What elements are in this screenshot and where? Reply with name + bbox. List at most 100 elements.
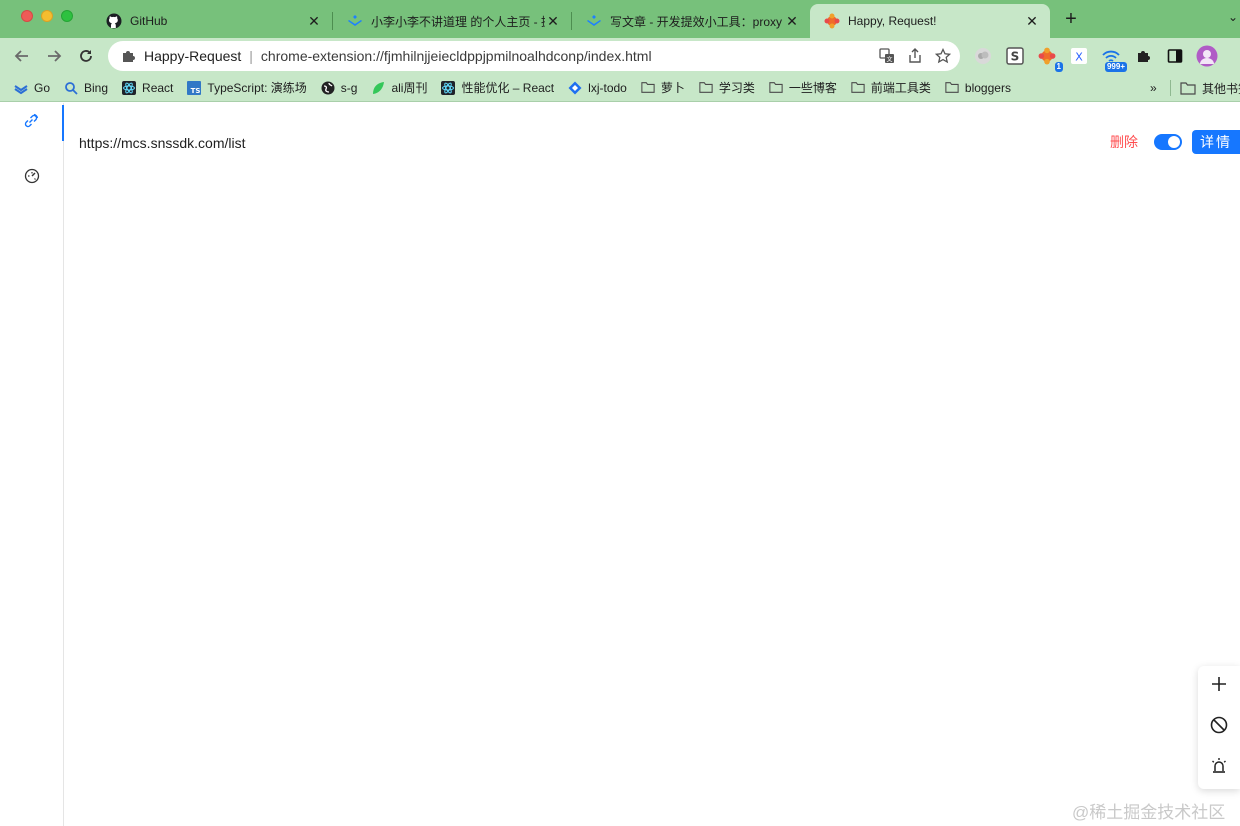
reload-icon[interactable]	[74, 44, 98, 68]
close-window-button[interactable]	[21, 10, 33, 22]
alarm-light-icon	[1210, 757, 1228, 780]
star-icon[interactable]	[934, 47, 952, 65]
new-tab-icon[interactable]: +	[1060, 9, 1082, 31]
back-icon[interactable]	[10, 44, 34, 68]
bookmark-typescript[interactable]: TS TypeScript: 演练场	[187, 79, 307, 96]
svg-text:TS: TS	[191, 87, 201, 95]
extension-happy-request-icon[interactable]: 1	[1036, 45, 1063, 72]
side-panel-icon[interactable]	[1164, 45, 1186, 67]
alarm-button[interactable]	[1198, 748, 1240, 789]
bookmarks-separator	[1170, 80, 1171, 96]
delete-button[interactable]: 删除	[1110, 132, 1138, 152]
maximize-window-button[interactable]	[61, 10, 73, 22]
tab-happy-request[interactable]: Happy, Request! ✕	[810, 4, 1050, 38]
juejin-icon	[586, 13, 602, 29]
site-origin: Happy-Request	[144, 48, 242, 64]
juejin-icon	[347, 13, 363, 29]
profile-avatar[interactable]	[1196, 45, 1218, 67]
bookmark-ali[interactable]: ali周刊	[371, 79, 427, 96]
bookmark-label: 性能优化 – React	[461, 81, 555, 95]
folder-icon	[641, 81, 655, 95]
share-icon[interactable]	[906, 47, 924, 65]
translate-icon[interactable]: 文	[878, 47, 896, 65]
bookmark-label: 前端工具类	[870, 81, 931, 95]
globe-icon	[321, 81, 335, 95]
tab-strip: GitHub ✕ 小李小李不讲道理 的个人主页 - 掘金 ✕ 写文章 - 开发提…	[0, 0, 1240, 38]
tab-title: GitHub	[130, 14, 168, 28]
bookmark-folder-luobo[interactable]: 萝卜	[641, 79, 685, 96]
dashboard-icon	[24, 168, 40, 189]
github-icon	[106, 13, 122, 29]
bookmarks-overflow-button[interactable]: »	[1150, 81, 1157, 95]
extension-page: https://mcs.snssdk.com/list 删除 详情	[0, 103, 1240, 826]
bookmark-folder-blogs[interactable]: 一些博客	[769, 79, 837, 96]
rule-enabled-toggle[interactable]	[1154, 134, 1182, 150]
extension-x-icon[interactable]: X	[1068, 45, 1090, 67]
extension-wifi-icon[interactable]: 999+	[1100, 45, 1127, 72]
block-icon	[1210, 716, 1228, 739]
svg-text:X: X	[1075, 51, 1083, 64]
folder-icon	[1180, 82, 1196, 95]
floating-action-group	[1198, 666, 1240, 789]
close-icon[interactable]: ✕	[306, 13, 322, 29]
rule-row: https://mcs.snssdk.com/list 删除 详情	[64, 128, 1240, 158]
rule-actions: 删除 详情	[1110, 130, 1240, 154]
url-text: chrome-extension://fjmhilnjjeiecldppjpmi…	[260, 48, 652, 64]
bookmark-react-perf[interactable]: 性能优化 – React	[441, 79, 554, 96]
tab-title: 写文章 - 开发提效小工具：proxy	[610, 14, 783, 29]
tab-juejin-profile[interactable]: 小李小李不讲道理 的个人主页 - 掘金 ✕	[333, 4, 571, 38]
bookmark-label: React	[142, 80, 174, 95]
extension-cloud-icon[interactable]	[972, 45, 994, 67]
typescript-icon: TS	[187, 80, 202, 95]
bookmark-label: 一些博客	[788, 81, 837, 95]
search-icon	[64, 81, 78, 95]
extension-badge: 999+	[1104, 62, 1127, 72]
browser-toolbar: Happy-Request | chrome-extension://fjmhi…	[0, 38, 1240, 74]
minimize-window-button[interactable]	[41, 10, 53, 22]
bookmark-label: Bing	[84, 80, 109, 95]
close-icon[interactable]: ✕	[1024, 13, 1040, 29]
bookmark-folder-bloggers[interactable]: bloggers	[945, 81, 1011, 95]
svg-text:S: S	[1011, 50, 1020, 64]
address-bar[interactable]: Happy-Request | chrome-extension://fjmhi…	[108, 41, 960, 71]
add-rule-button[interactable]	[1198, 666, 1240, 707]
other-bookmarks-folder[interactable]: 其他书签	[1180, 80, 1240, 97]
detail-button[interactable]: 详情	[1192, 130, 1240, 154]
sidebar-item-history[interactable]	[0, 160, 64, 196]
bookmark-label: ali周刊	[391, 81, 428, 95]
bookmark-bing[interactable]: Bing	[64, 81, 108, 95]
link-icon	[23, 113, 39, 134]
chevron-down-icon[interactable]: ⌄	[1228, 10, 1238, 24]
sidebar-item-rules[interactable]	[0, 105, 64, 141]
forward-icon[interactable]	[42, 44, 66, 68]
bookmark-go[interactable]: Go	[14, 81, 50, 95]
bookmark-label: bloggers	[964, 80, 1011, 95]
bookmark-s-g[interactable]: s-g	[321, 80, 358, 95]
extensions-puzzle-icon[interactable]	[1132, 45, 1154, 67]
close-icon[interactable]: ✕	[545, 13, 561, 29]
tab-title: 小李小李不讲道理 的个人主页 - 掘金	[371, 14, 545, 29]
tab-github[interactable]: GitHub ✕	[92, 4, 332, 38]
extension-badge: 1	[1054, 62, 1063, 72]
bookmark-label: 萝卜	[660, 81, 685, 95]
origin-divider: |	[249, 48, 253, 64]
bookmark-label: lxj-todo	[588, 80, 627, 95]
rule-url: https://mcs.snssdk.com/list	[79, 135, 246, 151]
happy-request-icon	[824, 13, 840, 29]
bookmark-folder-study[interactable]: 学习类	[699, 79, 755, 96]
bookmark-label: 其他书签	[1202, 82, 1240, 96]
disable-all-button[interactable]	[1198, 707, 1240, 748]
bookmark-lxj-todo[interactable]: lxj-todo	[568, 81, 627, 95]
bookmark-react[interactable]: React	[122, 80, 174, 95]
tab-title: Happy, Request!	[848, 14, 937, 28]
sidebar	[0, 103, 64, 826]
folder-icon	[851, 81, 865, 95]
tab-juejin-editor[interactable]: 写文章 - 开发提效小工具：proxy ✕	[572, 4, 810, 38]
bookmark-folder-fe-tools[interactable]: 前端工具类	[851, 79, 931, 96]
bookmark-label: s-g	[340, 80, 358, 95]
folder-icon	[945, 81, 959, 95]
folder-icon	[769, 81, 783, 95]
close-icon[interactable]: ✕	[784, 13, 800, 29]
puzzle-icon	[120, 48, 136, 64]
extension-s-icon[interactable]: S	[1004, 45, 1026, 67]
